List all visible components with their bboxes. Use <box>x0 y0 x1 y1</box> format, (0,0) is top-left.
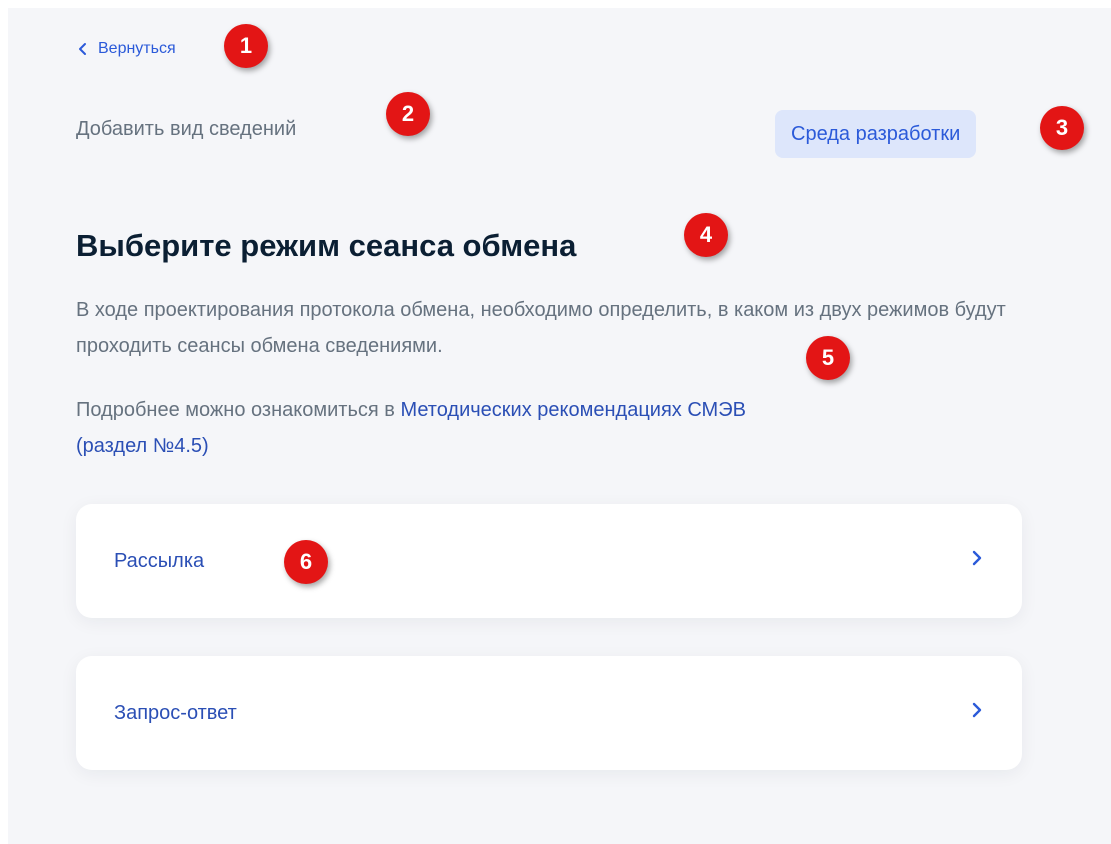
back-link-label[interactable]: Вернуться <box>98 40 176 58</box>
chevron-right-icon <box>970 700 984 720</box>
page-title: Выберите режим сеанса обмена <box>76 228 577 263</box>
annotation-marker-5: 5 <box>806 336 850 380</box>
annotation-marker-2: 2 <box>386 92 430 136</box>
environment-badge: Среда разработки <box>775 110 977 158</box>
annotation-marker-3: 3 <box>1040 106 1084 150</box>
more-info-text: Подробнее можно ознакомиться в Методичес… <box>76 392 1036 464</box>
annotation-marker-1: 1 <box>224 24 268 68</box>
option-request-response[interactable]: Запрос-ответ <box>76 656 1022 770</box>
option-request-response-label: Запрос-ответ <box>114 702 237 724</box>
methodical-recommendations-section-link[interactable]: (раздел №4.5) <box>76 435 209 457</box>
chevron-right-icon <box>970 548 984 568</box>
description-text: В ходе проектирования протокола обмена, … <box>76 299 1006 357</box>
methodical-recommendations-link[interactable]: Методических рекомендациях СМЭВ <box>400 399 746 421</box>
annotation-marker-4: 4 <box>684 213 728 257</box>
annotation-marker-6: 6 <box>284 540 328 584</box>
option-mailing-label: Рассылка <box>114 550 205 572</box>
option-mailing[interactable]: Рассылка <box>76 504 1022 618</box>
more-info-prefix: Подробнее можно ознакомиться в <box>76 399 401 421</box>
chevron-left-icon <box>76 42 90 56</box>
back-link[interactable]: Вернуться <box>76 40 176 58</box>
page-subtitle: Добавить вид сведений <box>76 118 297 140</box>
